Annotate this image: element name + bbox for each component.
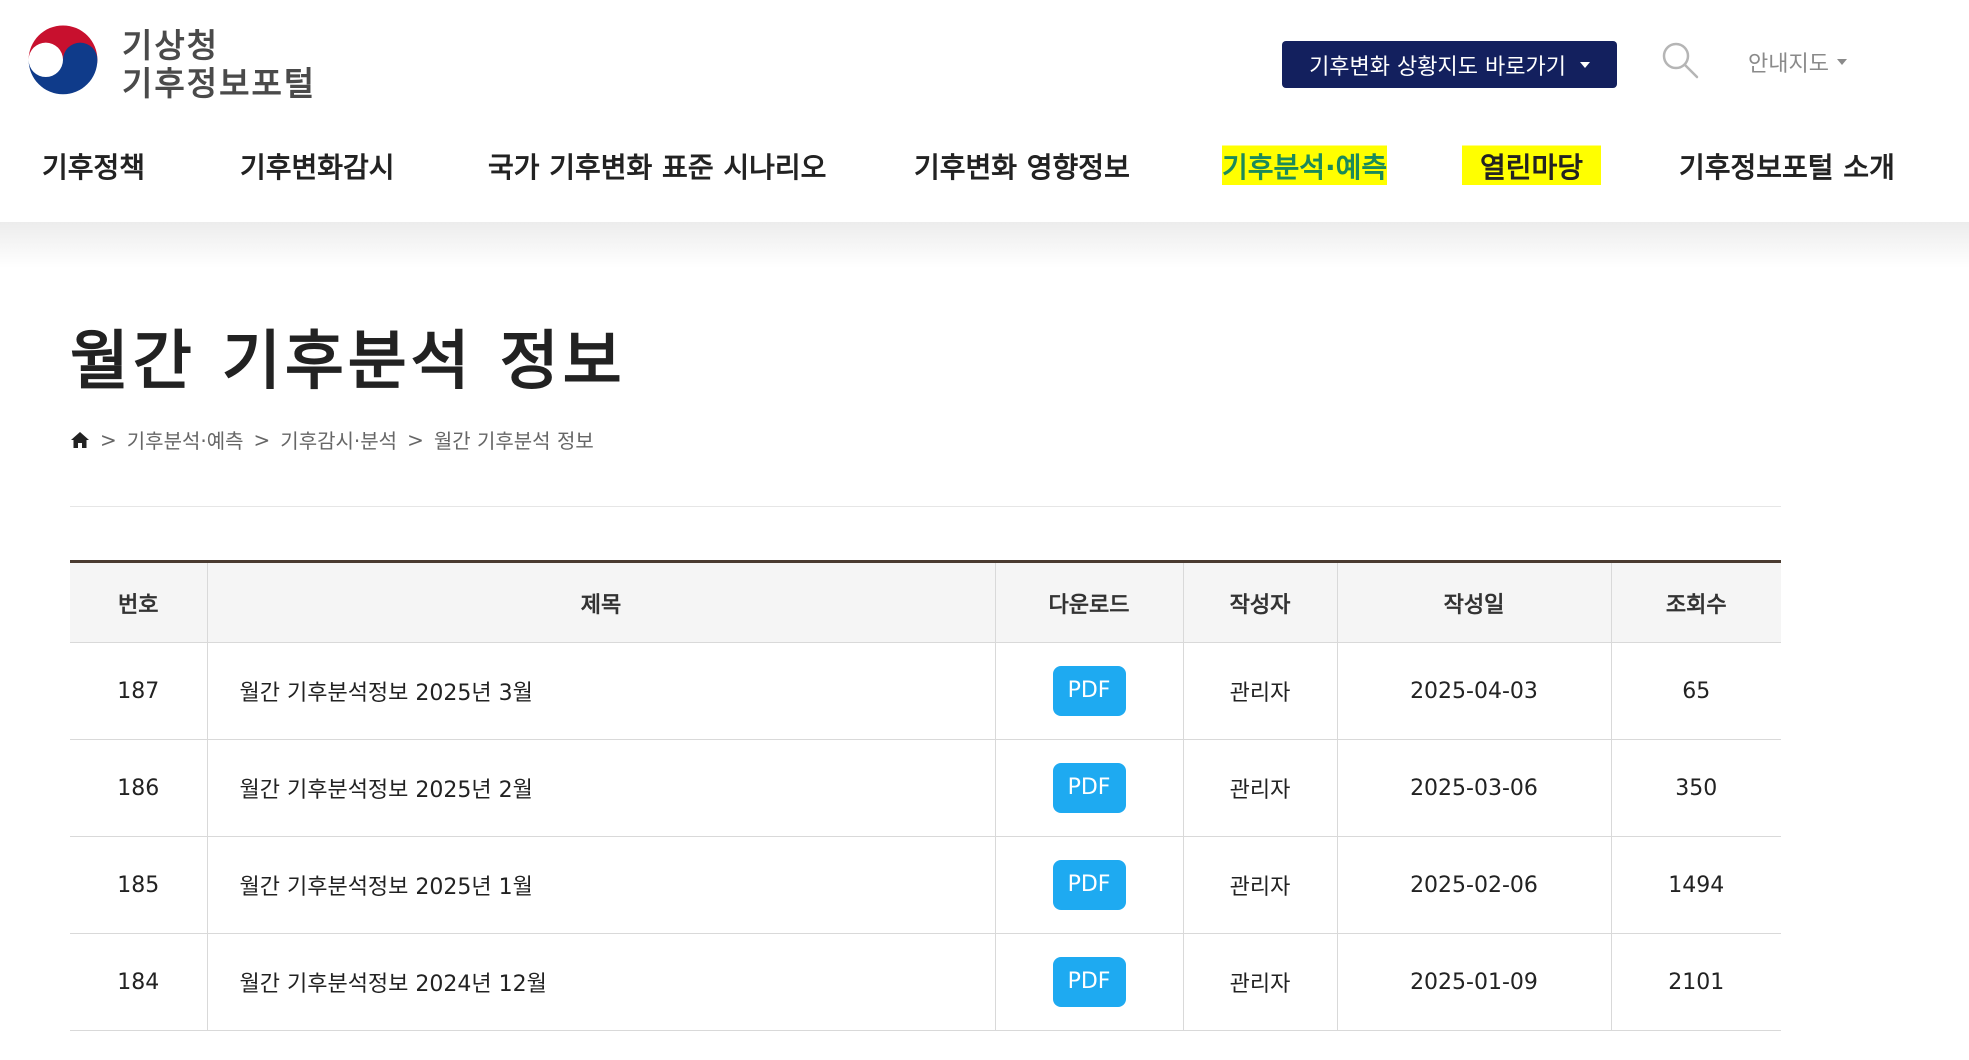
row-title-link[interactable]: 월간 기후분석정보 2024년 12월 (207, 933, 996, 1031)
row-views: 2101 (1611, 933, 1781, 1031)
main-navigation: 기후정책 기후변화감시 국가 기후변화 표준 시나리오 기후변화 영향정보 기후… (0, 140, 1969, 196)
row-number: 185 (70, 836, 208, 934)
nav-item-national-scenario[interactable]: 국가 기후변화 표준 시나리오 (488, 140, 826, 196)
table-row: 184 월간 기후분석정보 2024년 12월 PDF 관리자 2025-01-… (70, 933, 1781, 1031)
row-download-cell: PDF (995, 739, 1184, 837)
breadcrumb-current: 월간 기후분석 정보 (433, 429, 594, 453)
breadcrumb-item[interactable]: 기후감시·분석 (280, 425, 397, 454)
row-number: 186 (70, 739, 208, 837)
nav-item-open-forum[interactable]: 열린마당 (1462, 140, 1602, 196)
row-download-cell: PDF (995, 642, 1184, 740)
breadcrumb-item[interactable]: 기후분석·예측 (127, 425, 244, 454)
column-header-download: 다운로드 (995, 561, 1184, 643)
pdf-download-button[interactable]: PDF (1052, 957, 1126, 1007)
table-row: 185 월간 기후분석정보 2025년 1월 PDF 관리자 2025-02-0… (70, 836, 1781, 934)
taegeuk-emblem-icon (21, 23, 105, 107)
caret-down-icon (1579, 61, 1590, 68)
row-author: 관리자 (1183, 933, 1338, 1031)
nav-item-climate-analysis[interactable]: 기후분석·예측 (1222, 140, 1388, 196)
table-row: 186 월간 기후분석정보 2025년 2월 PDF 관리자 2025-03-0… (70, 739, 1781, 837)
nav-item-climate-impact[interactable]: 기후변화 영향정보 (914, 140, 1130, 196)
climate-map-shortcut-button[interactable]: 기후변화 상황지도 바로가기 (1282, 41, 1617, 88)
nav-item-climate-policy[interactable]: 기후정책 (42, 140, 145, 196)
row-title-link[interactable]: 월간 기후분석정보 2025년 3월 (207, 642, 996, 740)
logo-org-name: 기상청 (122, 26, 220, 66)
column-header-number: 번호 (70, 561, 208, 643)
caret-down-icon (1836, 59, 1847, 65)
row-views: 65 (1611, 642, 1781, 740)
row-author: 관리자 (1183, 836, 1338, 934)
breadcrumb-separator: > (253, 427, 271, 452)
breadcrumb-separator: > (100, 427, 117, 452)
row-date: 2025-03-06 (1337, 739, 1612, 837)
row-views: 350 (1611, 739, 1781, 837)
row-number: 184 (70, 933, 208, 1031)
home-icon[interactable] (70, 430, 90, 450)
guide-map-label: 안내지도 (1748, 52, 1829, 77)
row-title-link[interactable]: 월간 기후분석정보 2025년 2월 (207, 739, 996, 837)
site-header: 기상청 기후정보포털 기후변화 상황지도 바로가기 안내지도 기후정책 기후변화… (0, 0, 1969, 222)
row-author: 관리자 (1183, 642, 1338, 740)
breadcrumb-separator: > (407, 427, 424, 452)
column-header-author: 작성자 (1183, 561, 1338, 643)
shortcut-button-label: 기후변화 상황지도 바로가기 (1309, 54, 1566, 80)
pdf-download-button[interactable]: PDF (1052, 860, 1126, 910)
guide-map-dropdown[interactable]: 안내지도 (1748, 46, 1847, 78)
content-divider (70, 506, 1781, 507)
nav-item-climate-monitoring[interactable]: 기후변화감시 (240, 140, 395, 196)
table-row: 187 월간 기후분석정보 2025년 3월 PDF 관리자 2025-04-0… (70, 642, 1781, 740)
column-header-date: 작성일 (1337, 561, 1612, 643)
header-shadow (0, 222, 1969, 268)
pdf-download-button[interactable]: PDF (1052, 763, 1126, 813)
breadcrumb: > 기후분석·예측 > 기후감시·분석 > 월간 기후분석 정보 (70, 425, 594, 454)
row-date: 2025-02-06 (1337, 836, 1612, 934)
column-header-views: 조회수 (1611, 561, 1781, 643)
row-views: 1494 (1611, 836, 1781, 934)
row-date: 2025-04-03 (1337, 642, 1612, 740)
row-title-link[interactable]: 월간 기후분석정보 2025년 1월 (207, 836, 996, 934)
nav-item-portal-intro[interactable]: 기후정보포털 소개 (1679, 140, 1895, 196)
page-title: 월간 기후분석 정보 (70, 325, 626, 399)
row-number: 187 (70, 642, 208, 740)
column-header-title: 제목 (207, 561, 996, 643)
table-header-row: 번호 제목 다운로드 작성자 작성일 조회수 (70, 561, 1781, 643)
site-logo[interactable]: 기상청 기후정보포털 (20, 20, 316, 110)
search-icon[interactable] (1660, 40, 1700, 80)
report-table: 번호 제목 다운로드 작성자 작성일 조회수 187 월간 기후분석정보 202… (70, 560, 1781, 1031)
row-download-cell: PDF (995, 933, 1184, 1031)
row-author: 관리자 (1183, 739, 1338, 837)
pdf-download-button[interactable]: PDF (1052, 666, 1126, 716)
row-download-cell: PDF (995, 836, 1184, 934)
row-date: 2025-01-09 (1337, 933, 1612, 1031)
logo-portal-name: 기후정보포털 (122, 64, 317, 103)
